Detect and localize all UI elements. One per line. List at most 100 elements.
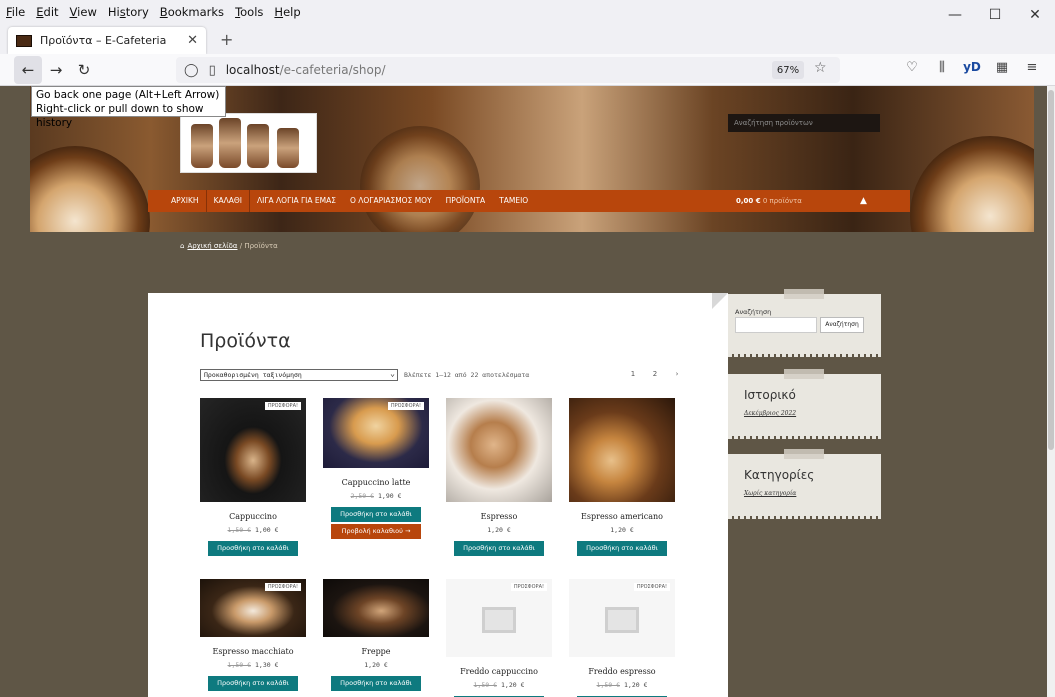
nav-about[interactable]: ΛΙΓΑ ΛΟΓΙΑ ΓΙΑ ΕΜΑΣ (250, 190, 343, 212)
add-to-cart-button[interactable]: Προσθήκη στο καλάθι (208, 541, 298, 556)
back-arrow-icon[interactable]: ← (14, 55, 42, 84)
product-image[interactable]: ΠΡΟΣΦΟΡΑ! (200, 398, 306, 502)
new-tab-icon[interactable]: + (220, 30, 233, 49)
result-count: Βλέπετε 1–12 από 22 αποτελέσματα (404, 371, 530, 379)
page-scrollbar[interactable] (1047, 86, 1055, 697)
page-next[interactable]: › (666, 370, 688, 378)
nav-cart[interactable]: ΚΑΛΑΘΙ (205, 190, 250, 212)
web-page: Go back one page (Alt+Left Arrow) Right-… (0, 86, 1047, 697)
menu-edit[interactable]: Edit (36, 5, 58, 19)
product-image-placeholder[interactable]: ΠΡΟΣΦΟΡΑ! (446, 579, 552, 657)
reader-icon[interactable]: ▦ (987, 60, 1017, 75)
zoom-level[interactable]: 67% (772, 61, 804, 79)
app-menu-icon[interactable]: ≡ (1017, 60, 1047, 75)
nav-products[interactable]: ΠΡΟΪΟΝΤΑ (439, 190, 493, 212)
product-price: 1,50 €1,20 € (473, 681, 525, 689)
category-link[interactable]: Χωρίς κατηγορία (744, 490, 796, 497)
product-card: ΠΡΟΣΦΟΡΑ! Cappuccino latte 2,50 €1,90 € … (323, 398, 429, 539)
product-name[interactable]: Espresso (446, 512, 552, 521)
product-card: ΠΡΟΣΦΟΡΑ! Cappuccino 1,50 €1,00 € Προσθή… (200, 398, 306, 556)
menu-file[interactable]: File (6, 5, 25, 19)
pagination: 1 2 › (622, 370, 688, 378)
product-card: ΠΡΟΣΦΟΡΑ! Freddo cappuccino 1,50 €1,20 €… (446, 579, 552, 697)
sale-badge: ΠΡΟΣΦΟΡΑ! (264, 402, 301, 410)
add-to-cart-button[interactable]: Προσθήκη στο καλάθι (577, 541, 667, 556)
shop-content: Προϊόντα Προκαθορισμένη ταξινόμηση ⌄ Βλέπ… (148, 293, 728, 697)
header-search-input[interactable]: Αναζήτηση προϊόντων (728, 114, 880, 132)
search-widget: Αναζήτηση Αναζήτηση (728, 289, 881, 357)
url-path: /e-cafeteria/shop/ (279, 63, 386, 77)
cart-summary[interactable]: 0,00 € 0 προϊόντα (736, 190, 802, 212)
add-to-cart-button[interactable]: Προσθήκη στο καλάθι (208, 676, 298, 691)
coffee-cup-image (30, 146, 150, 232)
chevron-down-icon: ⌄ (390, 369, 395, 378)
reload-icon[interactable]: ↻ (70, 56, 98, 84)
page-icon: ▯ (208, 62, 216, 78)
product-name[interactable]: Espresso macchiato (200, 647, 306, 656)
tab-title: Προϊόντα – E-Cafeteria (40, 34, 167, 47)
main-navigation: ΑΡΧΙΚΗ ΚΑΛΑΘΙ ΛΙΓΑ ΛΟΓΙΑ ΓΙΑ ΕΜΑΣ Ο ΛΟΓΑ… (148, 190, 910, 212)
sidebar-search-input[interactable] (735, 317, 817, 333)
view-cart-button[interactable]: Προβολή καλαθιού → (331, 524, 421, 539)
scrollbar-thumb[interactable] (1048, 90, 1054, 450)
page-2[interactable]: 2 (644, 370, 666, 378)
product-price: 1,20 € (364, 661, 388, 669)
product-price: 1,50 €1,20 € (596, 681, 648, 689)
shield-icon[interactable]: ◯ (184, 63, 199, 78)
tab-close-icon[interactable]: ✕ (187, 33, 198, 48)
coffee-cup-image (910, 136, 1034, 232)
product-name[interactable]: Freddo espresso (569, 667, 675, 676)
add-to-cart-button[interactable]: Προσθήκη στο καλάθι (454, 541, 544, 556)
tab-products[interactable]: Προϊόντα – E-Cafeteria ✕ (8, 27, 206, 54)
product-image-placeholder[interactable]: ΠΡΟΣΦΟΡΑ! (569, 579, 675, 657)
nav-checkout[interactable]: ΤΑΜΕΙΟ (492, 190, 535, 212)
product-card: ΠΡΟΣΦΟΡΑ! Freddo espresso 1,50 €1,20 € Π… (569, 579, 675, 697)
product-name[interactable]: Cappuccino latte (323, 478, 429, 487)
nav-account[interactable]: Ο ΛΟΓΑΡΙΑΣΜΟΣ ΜΟΥ (343, 190, 439, 212)
product-card: Freppe 1,20 € Προσθήκη στο καλάθι (323, 579, 429, 691)
toolbar-icons: ♡ ⫼ yD ▦ ≡ (897, 60, 1047, 75)
library-icon[interactable]: ⫼ (927, 60, 957, 75)
product-name[interactable]: Freddo cappuccino (446, 667, 552, 676)
categories-title: Κατηγορίες (744, 468, 815, 482)
shopping-bag-icon[interactable]: ▲ (860, 196, 867, 206)
pocket-icon[interactable]: ♡ (897, 60, 927, 75)
menu-help[interactable]: Help (274, 5, 300, 19)
sidebar-search-button[interactable]: Αναζήτηση (820, 317, 864, 333)
tab-bar: Προϊόντα – E-Cafeteria ✕ + (0, 24, 1055, 54)
product-image[interactable] (446, 398, 552, 502)
breadcrumb-home[interactable]: Αρχική σελίδα (187, 242, 237, 250)
menu-tools[interactable]: Tools (235, 5, 263, 19)
yd-extension-icon[interactable]: yD (957, 60, 987, 75)
product-name[interactable]: Cappuccino (200, 512, 306, 521)
add-to-cart-button[interactable]: Προσθήκη στο καλάθι (331, 676, 421, 691)
nav-home[interactable]: ΑΡΧΙΚΗ (164, 190, 206, 212)
product-price: 1,20 € (487, 526, 511, 534)
product-name[interactable]: Freppe (323, 647, 429, 656)
sale-badge: ΠΡΟΣΦΟΡΑ! (387, 402, 424, 410)
product-price: 2,50 €1,90 € (350, 492, 402, 500)
product-image[interactable]: ΠΡΟΣΦΟΡΑ! (323, 398, 429, 468)
page-1[interactable]: 1 (622, 370, 644, 378)
page-title: Προϊόντα (200, 330, 291, 352)
sort-select[interactable]: Προκαθορισμένη ταξινόμηση ⌄ (200, 369, 398, 381)
history-widget: Ιστορικό Δεκέμβριος 2022 (728, 369, 881, 439)
url-host: localhost (225, 63, 280, 77)
product-image[interactable]: ΠΡΟΣΦΟΡΑ! (200, 579, 306, 637)
navigation-toolbar: ← → ↻ ◯ ▯ localhost/e-cafeteria/shop/ 67… (0, 54, 1055, 86)
url-bar[interactable]: ◯ ▯ localhost/e-cafeteria/shop/ 67% ☆ (176, 57, 840, 83)
product-image[interactable] (569, 398, 675, 502)
menu-bookmarks[interactable]: Bookmarks (160, 5, 224, 19)
image-placeholder-icon (482, 607, 516, 633)
product-name[interactable]: Espresso americano (569, 512, 675, 521)
add-to-cart-button[interactable]: Προσθήκη στο καλάθι (331, 507, 421, 522)
history-link[interactable]: Δεκέμβριος 2022 (744, 410, 796, 417)
menu-history[interactable]: History (108, 5, 149, 19)
bookmark-star-icon[interactable]: ☆ (814, 60, 827, 76)
product-image[interactable] (323, 579, 429, 637)
sale-badge: ΠΡΟΣΦΟΡΑ! (633, 583, 670, 591)
product-card: ΠΡΟΣΦΟΡΑ! Espresso macchiato 1,50 €1,30 … (200, 579, 306, 691)
menu-view[interactable]: View (70, 5, 97, 19)
forward-arrow-icon[interactable]: → (42, 56, 70, 84)
breadcrumb-current: Προϊόντα (244, 242, 278, 250)
